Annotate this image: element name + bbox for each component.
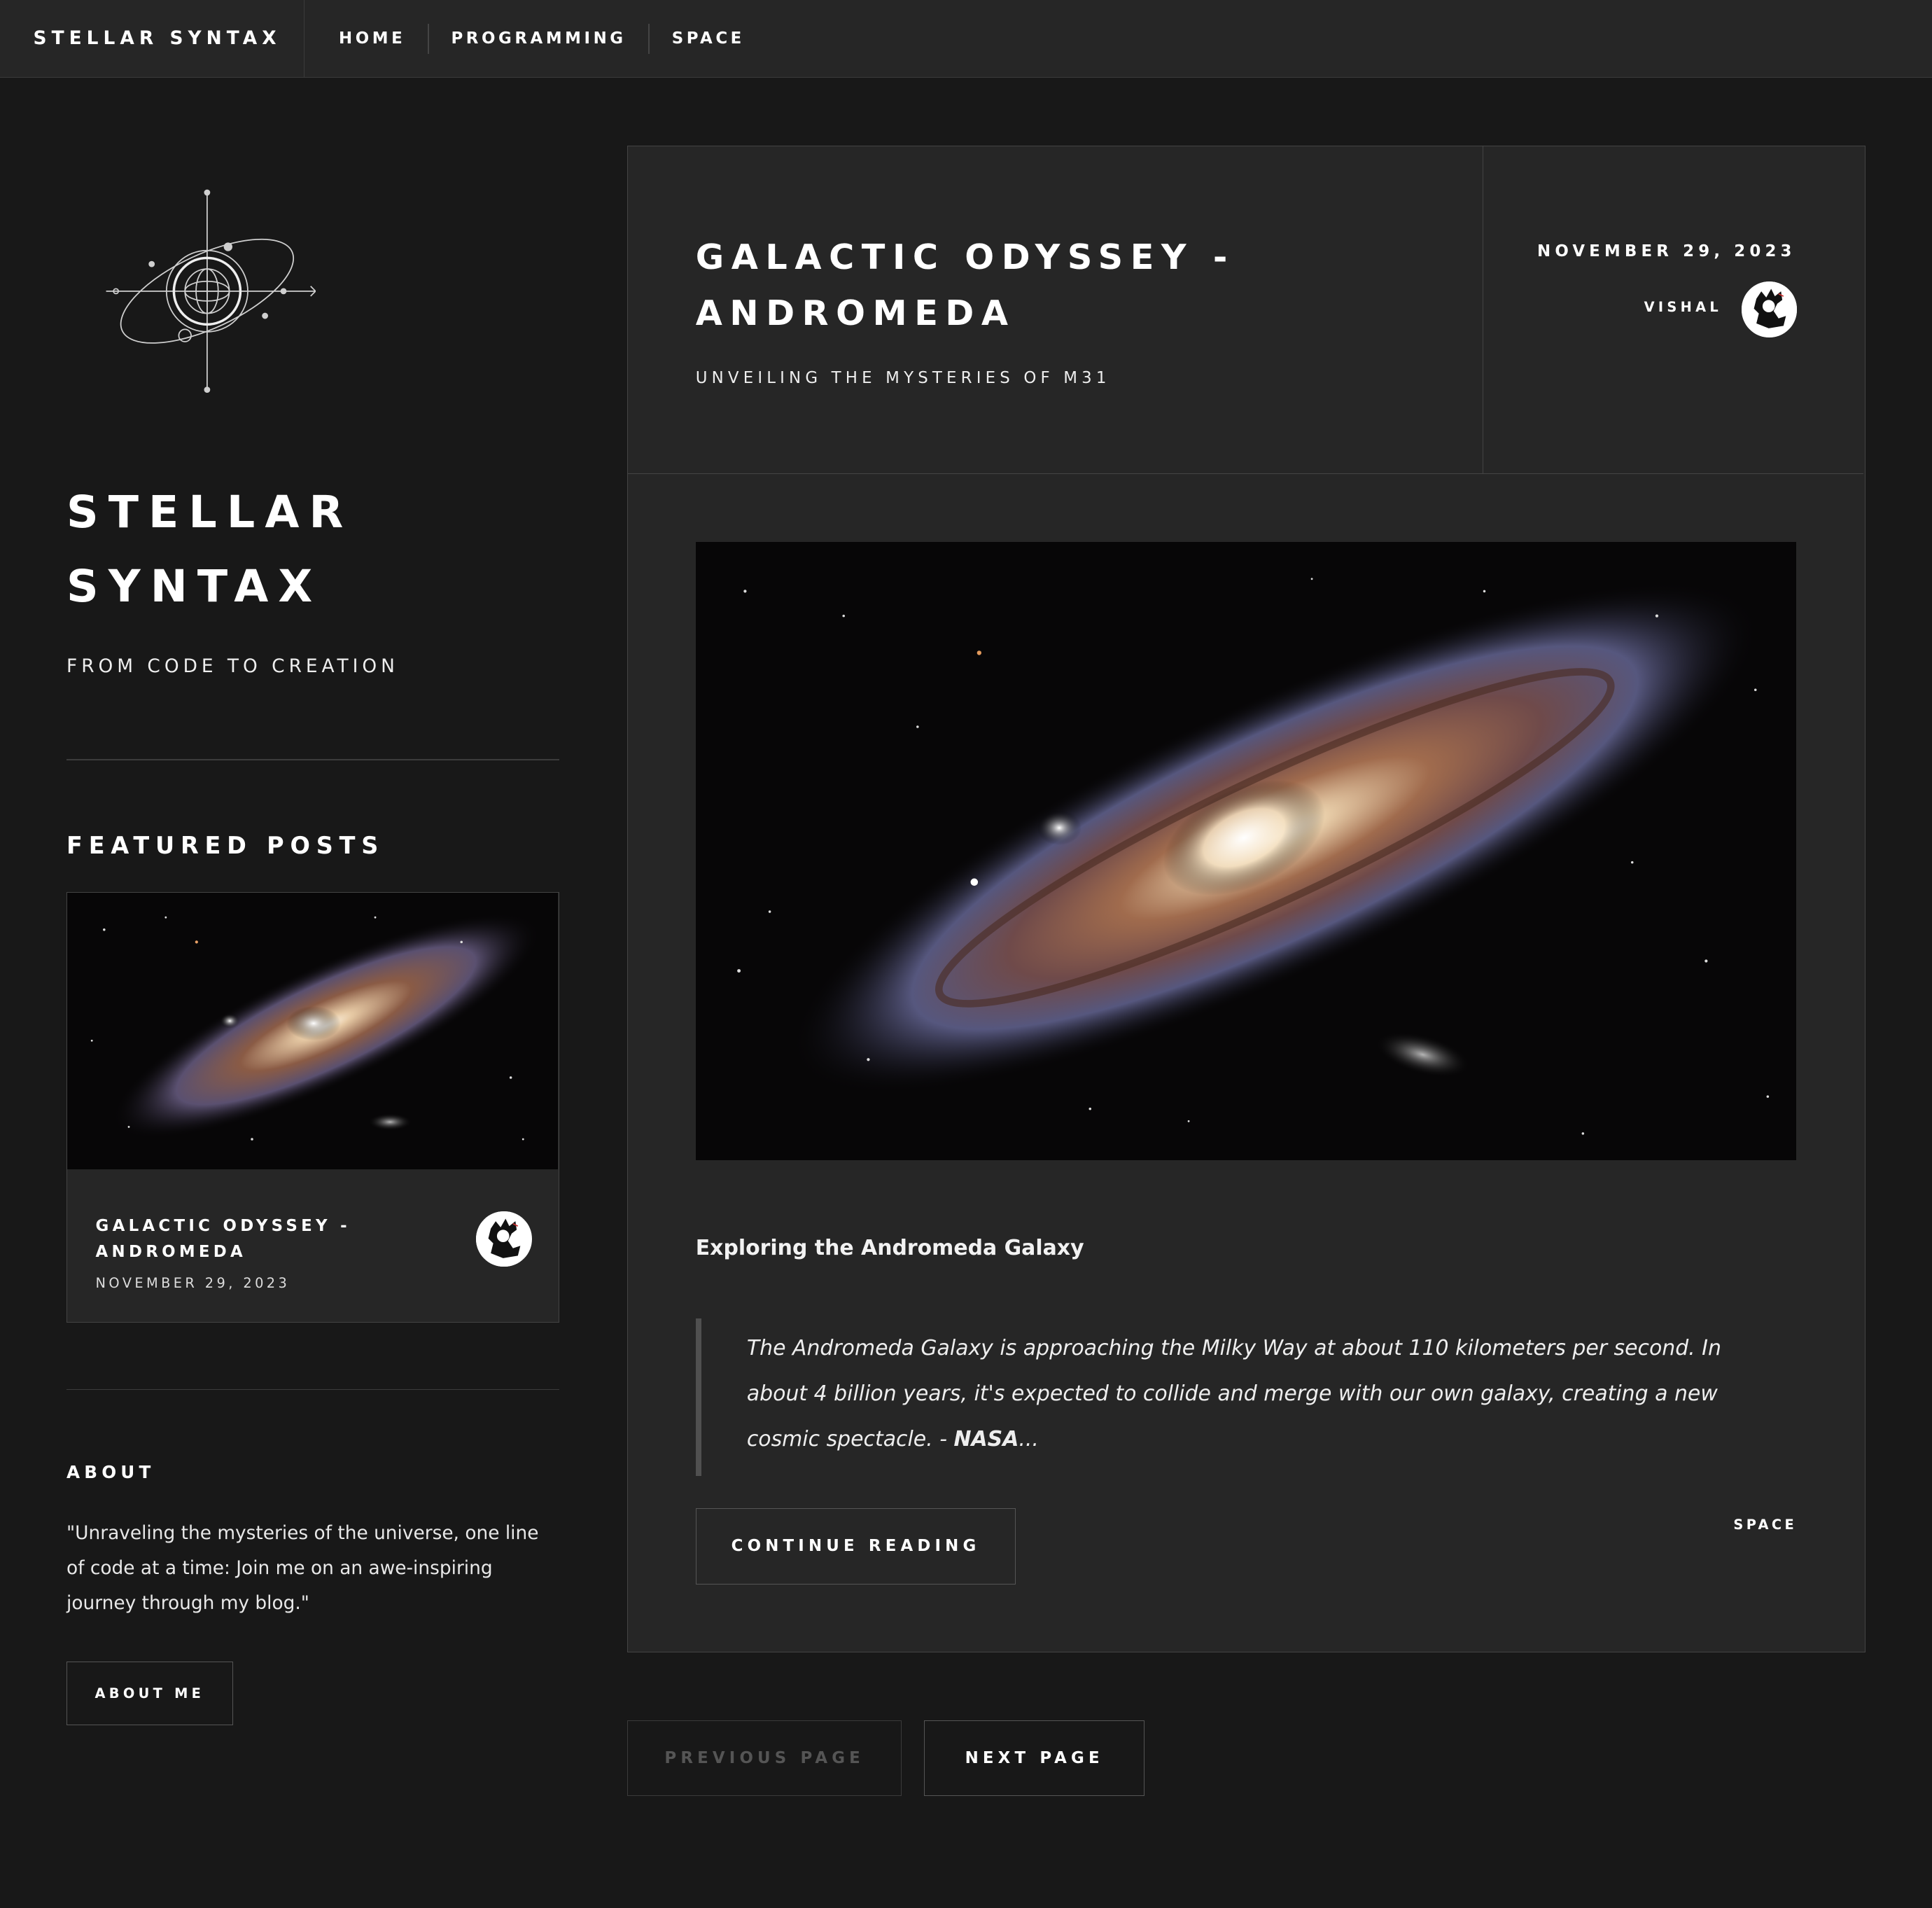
nav-home-link[interactable]: HOME xyxy=(304,24,428,53)
post-header: GALACTIC ODYSSEY - ANDROMEDA UNVEILING T… xyxy=(627,146,1483,474)
quote-body: The Andromeda Galaxy is approaching the … xyxy=(746,1336,1721,1452)
next-page-button[interactable]: NEXT PAGE xyxy=(924,1720,1145,1796)
post-title[interactable]: GALACTIC ODYSSEY - ANDROMEDA xyxy=(696,230,1435,340)
previous-page-button[interactable]: PREVIOUS PAGE xyxy=(626,1720,902,1796)
post-blockquote: The Andromeda Galaxy is approaching the … xyxy=(695,1318,1796,1476)
site-brand-link[interactable]: STELLAR SYNTAX xyxy=(0,0,304,78)
featured-post-title-line: ANDROMEDA xyxy=(95,1242,247,1261)
about-me-button[interactable]: ABOUT ME xyxy=(66,1661,233,1726)
post-meta: NOVEMBER 29, 2023 VISHAL xyxy=(1483,146,1864,474)
about-heading: ABOUT xyxy=(66,1461,155,1482)
quote-ellipsis: ... xyxy=(1018,1427,1039,1452)
featured-posts-heading: FEATURED POSTS xyxy=(66,832,385,860)
top-navigation-bar: STELLAR SYNTAX HOME PROGRAMMING SPACE xyxy=(0,0,1932,78)
post-title-line: ANDROMEDA xyxy=(695,292,1016,333)
about-text: "Unraveling the mysteries of the univers… xyxy=(66,1522,539,1615)
featured-post-date: NOVEMBER 29, 2023 xyxy=(95,1275,290,1292)
orbit-logo-icon[interactable] xyxy=(99,188,316,397)
avatar-illustration xyxy=(476,1211,532,1267)
post-featured-image[interactable] xyxy=(695,541,1796,1161)
featured-post-image[interactable] xyxy=(67,893,558,1169)
author-avatar[interactable] xyxy=(476,1211,532,1267)
site-title-line: SYNTAX xyxy=(66,560,323,613)
nav-space-link[interactable]: SPACE xyxy=(650,24,766,53)
author-avatar[interactable] xyxy=(1742,281,1798,337)
post-card: GALACTIC ODYSSEY - ANDROMEDA UNVEILING T… xyxy=(626,145,1865,1653)
site-title-line: STELLAR xyxy=(66,486,354,538)
quote-source: NASA xyxy=(953,1427,1019,1452)
post-author[interactable]: VISHAL xyxy=(1644,299,1722,315)
post-date: NOVEMBER 29, 2023 xyxy=(1537,242,1796,260)
galaxy-image xyxy=(695,541,1796,1161)
avatar-illustration xyxy=(1742,281,1798,337)
post-excerpt-title: Exploring the Andromeda Galaxy xyxy=(695,1235,1084,1260)
quote-text: The Andromeda Galaxy is approaching the … xyxy=(747,1325,1782,1462)
site-tagline: FROM CODE TO CREATION xyxy=(66,655,399,678)
nav-programming-link[interactable]: PROGRAMMING xyxy=(429,24,649,53)
continue-reading-button[interactable]: CONTINUE READING xyxy=(695,1507,1016,1585)
featured-post-title-line: GALACTIC ODYSSEY - xyxy=(95,1217,351,1236)
post-subtitle: UNVEILING THE MYSTERIES OF M31 xyxy=(695,369,1111,388)
main-nav: HOME PROGRAMMING SPACE xyxy=(304,0,767,78)
site-title: STELLAR SYNTAX xyxy=(66,475,559,623)
post-category-tag[interactable]: SPACE xyxy=(1733,1517,1797,1533)
sidebar-divider xyxy=(66,759,560,761)
sidebar-divider xyxy=(66,1388,560,1391)
post-title-line: GALACTIC ODYSSEY - xyxy=(695,237,1235,278)
featured-post-title[interactable]: GALACTIC ODYSSEY - ANDROMEDA xyxy=(96,1213,416,1265)
featured-post-card[interactable]: GALACTIC ODYSSEY - ANDROMEDA NOVEMBER 29… xyxy=(66,892,560,1323)
galaxy-image xyxy=(67,893,558,1169)
